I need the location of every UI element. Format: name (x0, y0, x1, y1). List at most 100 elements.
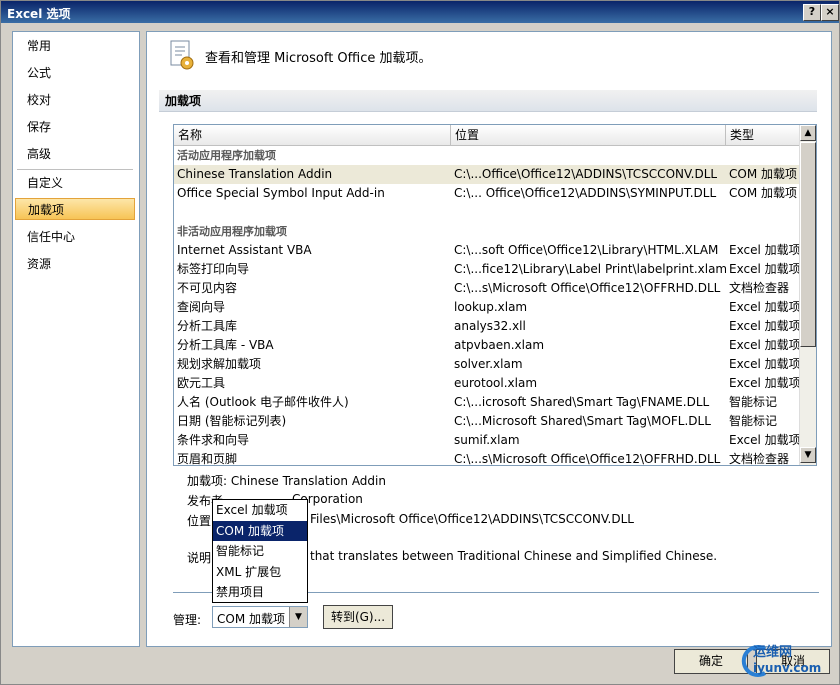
table-row[interactable]: 条件求和向导 sumif.xlam Excel 加载项 (174, 431, 801, 450)
table-row[interactable]: 欧元工具 eurotool.xlam Excel 加载项 (174, 374, 801, 393)
table-row[interactable]: 不可见内容 C:\...s\Microsoft Office\Office12\O… (174, 279, 800, 298)
scroll-thumb[interactable] (800, 142, 816, 347)
manage-dropdown[interactable]: Excel 加载项 COM 加载项 智能标记 XML 扩展包 禁用项目 (212, 499, 308, 603)
group-header-inactive: 非活动应用程序加载项 (174, 222, 800, 241)
nav-item-resources[interactable]: 资源 (15, 253, 135, 275)
dropdown-option-disabled-items[interactable]: 禁用项目 (213, 582, 307, 603)
close-button[interactable]: × (821, 4, 839, 21)
excel-options-dialog: Excel 选项 ? × 常用 公式 校对 保存 高级 自定义 加载项 信任中心… (0, 0, 840, 685)
addin-name: 标签打印向导 (177, 262, 250, 276)
watermark-text-cn: 运维网 (753, 645, 793, 660)
dropdown-option-excel-addins[interactable]: Excel 加载项 (213, 500, 307, 521)
nav-item-advanced[interactable]: 高级 (15, 143, 135, 165)
scroll-down-icon[interactable]: ▼ (800, 447, 816, 463)
group-title: 活动应用程序加载项 (177, 149, 276, 162)
addin-type: COM 加载项 (729, 167, 797, 181)
addin-name: 分析工具库 (177, 319, 238, 333)
manage-select-value: COM 加载项 (217, 612, 285, 626)
addin-location: analys32.xll (454, 319, 526, 333)
addin-name: 查阅向导 (177, 300, 226, 314)
table-row[interactable]: 日期 (智能标记列表) C:\...Microsoft Shared\Smart … (174, 412, 800, 431)
nav-item-save[interactable]: 保存 (15, 116, 135, 138)
ok-button[interactable]: 确定 (674, 649, 748, 674)
group-header-active: 活动应用程序加载项 (174, 146, 800, 165)
nav-item-formulas[interactable]: 公式 (15, 62, 135, 84)
watermark-text-en: iyunv.com (753, 661, 822, 675)
addins-header-icon (170, 40, 194, 70)
addin-type: Excel 加载项 (729, 319, 801, 333)
addin-type: Excel 加载项 (729, 300, 801, 314)
addin-location: C:\...s\Microsoft Office\Office12\OFFRHD… (454, 452, 721, 466)
addin-location: C:\... Office\Office12\ADDINS\SYMINPUT.D… (454, 186, 717, 200)
addin-name: 不可见内容 (177, 281, 238, 295)
addin-location: C:\...icrosoft Shared\Smart Tag\FNAME.DL… (454, 395, 710, 409)
table-row[interactable]: 标签打印向导 C:\...fice12\Library\Label Print\l… (174, 260, 801, 279)
goto-button[interactable]: 转到(G)... (323, 605, 393, 629)
table-row[interactable]: 分析工具库 - VBA atpvbaen.xlam Excel 加载项 (174, 336, 801, 355)
column-header-name[interactable]: 名称 (174, 125, 451, 145)
column-header-type[interactable]: 类型 (726, 125, 800, 145)
nav-item-proofing[interactable]: 校对 (15, 89, 135, 111)
addin-name: 欧元工具 (177, 376, 226, 390)
chevron-down-icon[interactable]: ▼ (289, 607, 307, 627)
nav-item-addins[interactable]: 加载项 (15, 198, 135, 220)
addin-location: C:\...Microsoft Shared\Smart Tag\MOFL.DL… (454, 414, 711, 428)
addin-name: 规划求解加载项 (177, 357, 262, 371)
addin-type: 文档检查器 (729, 281, 790, 295)
table-row[interactable]: Chinese Translation Addin C:\...Office\Of… (174, 165, 800, 184)
main-panel: 查看和管理 Microsoft Office 加载项。 加载项 名称 位置 类型… (146, 31, 832, 647)
addin-location: C:\...fice12\Library\Label Print\labelpr… (454, 262, 726, 276)
addin-name: 日期 (智能标记列表) (177, 414, 287, 428)
table-row[interactable]: 规划求解加载项 solver.xlam Excel 加载项 (174, 355, 801, 374)
window-title: Excel 选项 (7, 7, 71, 21)
detail-location: Files\Microsoft Office\Office12\ADDINS\T… (310, 512, 634, 526)
dropdown-option-xml-expansion[interactable]: XML 扩展包 (213, 562, 307, 583)
addin-name: 人名 (Outlook 电子邮件收件人) (177, 395, 349, 409)
addin-type: Excel 加载项 (729, 262, 801, 276)
addin-type: Excel 加载项 (729, 376, 801, 390)
group-title: 非活动应用程序加载项 (177, 225, 287, 238)
table-row[interactable]: Internet Assistant VBA C:\...soft Office\… (174, 241, 801, 260)
addin-type: Excel 加载项 (729, 338, 801, 352)
addin-location: C:\...Office\Office12\ADDINS\TCSCCONV.DL… (454, 167, 718, 181)
header-text: 查看和管理 Microsoft Office 加载项。 (205, 51, 432, 66)
nav-item-popular[interactable]: 常用 (15, 35, 135, 57)
nav-separator (17, 169, 133, 170)
list-header: 名称 位置 类型 (174, 125, 800, 146)
watermark: 运维网 iyunv.com (739, 639, 835, 681)
detail-desc-label: 说明 (187, 551, 212, 565)
scroll-up-icon[interactable]: ▲ (800, 125, 816, 141)
addin-location: sumif.xlam (454, 433, 520, 447)
dropdown-option-smart-tags[interactable]: 智能标记 (213, 541, 307, 562)
nav-item-customize[interactable]: 自定义 (15, 172, 135, 194)
column-header-location[interactable]: 位置 (451, 125, 726, 145)
addin-name: 分析工具库 - VBA (177, 338, 274, 352)
section-title: 加载项 (159, 90, 817, 112)
table-row[interactable]: Office Special Symbol Input Add-in C:\...… (174, 184, 800, 203)
addin-location: C:\...soft Office\Office12\Library\HTML.… (454, 243, 719, 257)
addin-name: Internet Assistant VBA (177, 243, 312, 257)
detail-addin: 加载项: Chinese Translation Addin (187, 474, 386, 488)
title-bar: Excel 选项 ? × (1, 1, 839, 23)
table-row[interactable]: 分析工具库 analys32.xll Excel 加载项 (174, 317, 801, 336)
table-row[interactable]: 页眉和页脚 C:\...s\Microsoft Office\Office12\O… (174, 450, 800, 466)
table-row[interactable]: 查阅向导 lookup.xlam Excel 加载项 (174, 298, 801, 317)
help-button[interactable]: ? (803, 4, 821, 21)
table-row[interactable]: 人名 (Outlook 电子邮件收件人) C:\...icrosoft Share… (174, 393, 800, 412)
list-rows: 活动应用程序加载项 Chinese Translation Addin C:\..… (174, 146, 801, 466)
addin-location: solver.xlam (454, 357, 523, 371)
blank-row (174, 203, 800, 222)
list-scrollbar[interactable]: ▲ ▼ (799, 125, 816, 465)
nav-item-trust-center[interactable]: 信任中心 (15, 226, 135, 248)
addin-name: 页眉和页脚 (177, 452, 238, 466)
addin-location: C:\...s\Microsoft Office\Office12\OFFRHD… (454, 281, 721, 295)
addin-type: COM 加载项 (729, 186, 797, 200)
manage-label: 管理: (173, 613, 202, 627)
dropdown-option-com-addins[interactable]: COM 加载项 (213, 520, 307, 541)
addin-type: Excel 加载项 (729, 357, 801, 371)
addins-list[interactable]: 名称 位置 类型 活动应用程序加载项 Chinese Translation A… (173, 124, 817, 466)
addin-type: 智能标记 (729, 414, 778, 428)
manage-select[interactable]: COM 加载项 ▼ (212, 606, 308, 628)
addin-name: Chinese Translation Addin (177, 167, 333, 181)
addin-type: 智能标记 (729, 395, 778, 409)
